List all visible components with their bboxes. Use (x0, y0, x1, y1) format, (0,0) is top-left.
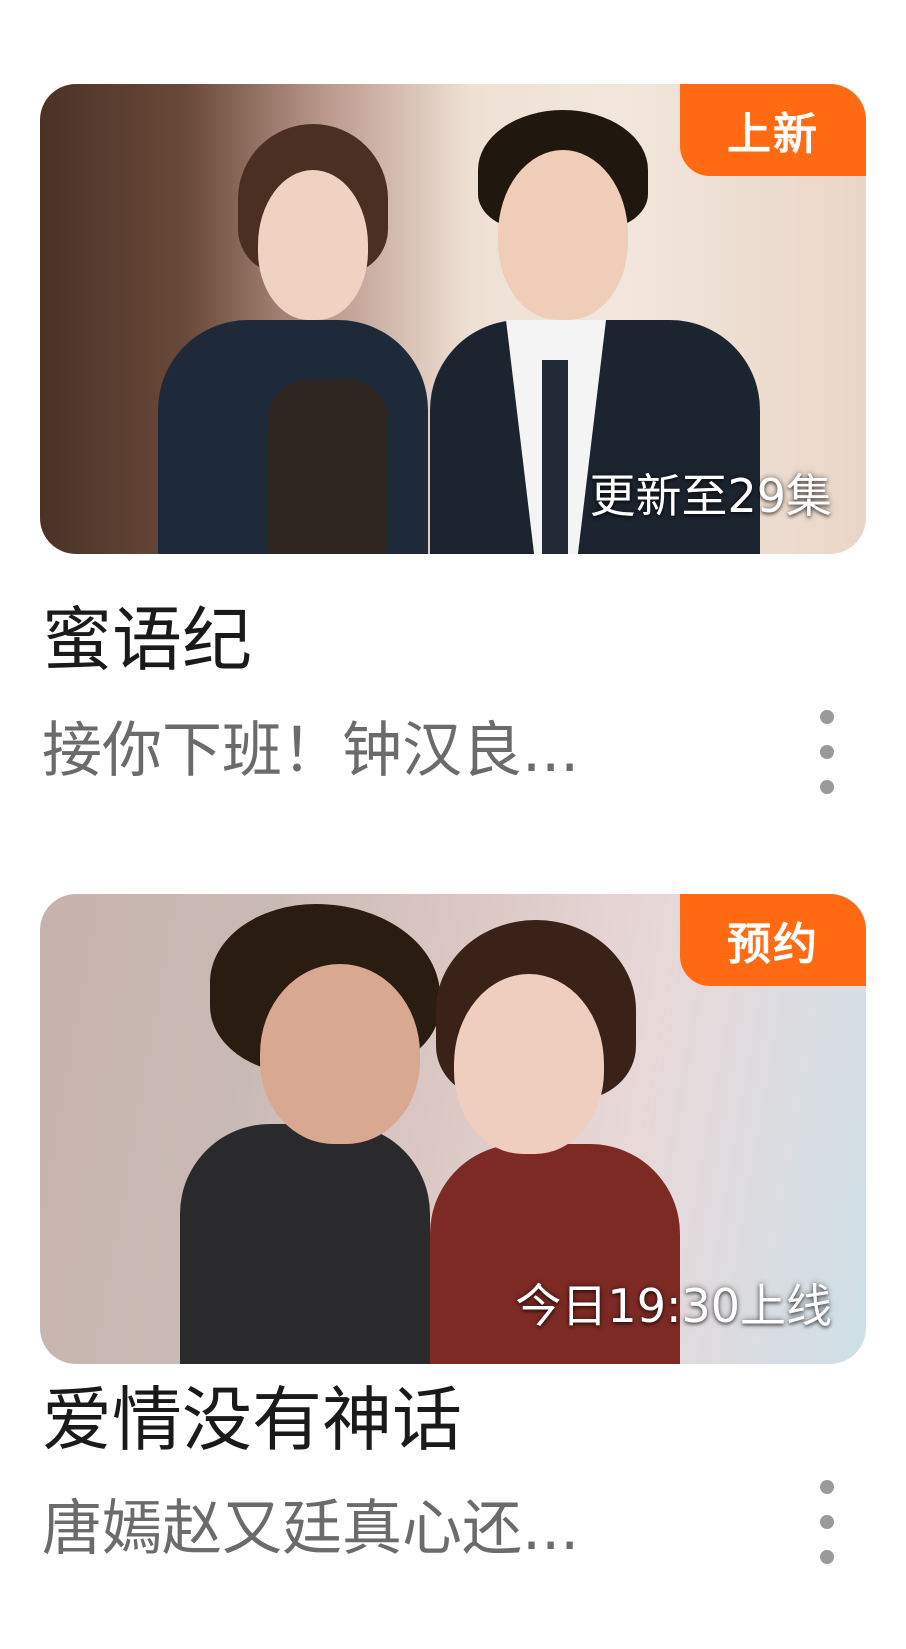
dot (820, 1550, 834, 1564)
dot (820, 710, 834, 724)
drama-card[interactable]: 预约 今日19:30上线 爱情没有神话 唐嫣赵又廷真心还... (40, 894, 866, 1564)
more-vertical-icon[interactable] (812, 1480, 842, 1564)
status-badge: 上新 (680, 84, 866, 176)
drama-card[interactable]: 上新 更新至29集 蜜语纪 接你下班！钟汉良... (40, 84, 866, 794)
poster-thumbnail[interactable]: 上新 更新至29集 (40, 84, 866, 554)
status-badge: 预约 (680, 894, 866, 986)
release-time-text: 今日19:30上线 (515, 1279, 832, 1333)
dot (820, 1515, 834, 1529)
more-vertical-icon[interactable] (812, 710, 842, 794)
poster-thumbnail[interactable]: 预约 今日19:30上线 (40, 894, 866, 1364)
dot (820, 1480, 834, 1494)
dot (820, 780, 834, 794)
drama-title[interactable]: 爱情没有神话 (42, 1364, 462, 1465)
episode-status-text: 更新至29集 (589, 469, 832, 523)
drama-title[interactable]: 蜜语纪 (42, 584, 252, 685)
drama-subtitle: 唐嫣赵又廷真心还... (42, 1494, 580, 1564)
drama-subtitle: 接你下班！钟汉良... (42, 716, 580, 786)
dot (820, 745, 834, 759)
